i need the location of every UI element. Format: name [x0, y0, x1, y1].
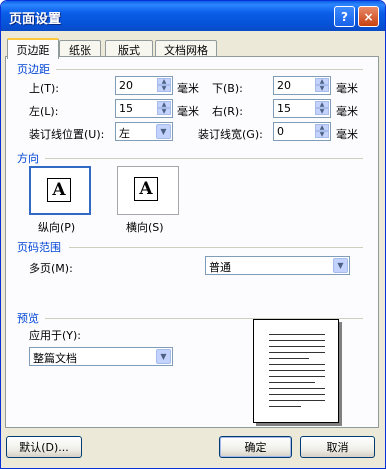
gutter-position-select[interactable]: 左 ▼ — [115, 122, 173, 141]
portrait-page-icon: A — [47, 178, 71, 202]
gutter-position-value: 左 — [119, 127, 130, 140]
spin-up-icon[interactable]: ▲ — [315, 124, 329, 131]
ok-button[interactable]: 确定 — [219, 436, 292, 458]
preview-text-line — [269, 358, 309, 359]
portrait-label[interactable]: 纵向(P) — [38, 219, 75, 235]
apply-to-select[interactable]: 整篇文档 ▼ — [29, 347, 173, 366]
top-margin-value: 20 — [119, 79, 133, 92]
section-divider — [45, 158, 363, 159]
right-margin-label: 右(R): — [212, 105, 243, 118]
gutter-position-label: 装订线位置(U): — [29, 128, 105, 141]
preview-text-line — [269, 352, 325, 353]
spin-up-icon[interactable]: ▲ — [315, 101, 329, 108]
preview-text-line — [269, 394, 325, 395]
tab-margins[interactable]: 页边距 — [7, 38, 59, 59]
gutter-width-value: 0 — [277, 125, 284, 138]
spin-up-icon[interactable]: ▲ — [157, 101, 171, 108]
title-bar[interactable]: 页面设置 ? × — [1, 1, 385, 31]
window-title: 页面设置 — [9, 12, 62, 27]
landscape-page-icon: A — [134, 177, 158, 201]
top-margin-spinner[interactable]: 20 ▲ ▼ — [115, 76, 173, 95]
preview-text-line — [269, 382, 315, 383]
cancel-button[interactable]: 取消 — [300, 436, 375, 458]
right-margin-unit: 毫米 — [336, 105, 358, 118]
spin-down-icon[interactable]: ▼ — [157, 108, 171, 115]
section-divider — [69, 247, 363, 248]
landscape-label[interactable]: 横向(S) — [126, 219, 164, 235]
left-margin-spinner[interactable]: 15 ▲ ▼ — [115, 99, 173, 118]
gutter-width-spinner[interactable]: 0 ▲ ▼ — [273, 122, 331, 141]
default-button[interactable]: 默认(D)... — [6, 436, 82, 458]
chevron-down-icon[interactable]: ▼ — [156, 124, 171, 139]
bottom-margin-spinner[interactable]: 20 ▲ ▼ — [273, 76, 331, 95]
spin-down-icon[interactable]: ▼ — [315, 85, 329, 92]
close-button[interactable]: × — [358, 6, 379, 27]
chevron-down-icon[interactable]: ▼ — [156, 349, 171, 364]
preview-text-line — [269, 346, 325, 347]
preview-text-line — [269, 388, 325, 389]
right-margin-spinner[interactable]: 15 ▲ ▼ — [273, 99, 331, 118]
spin-buttons[interactable]: ▲ ▼ — [315, 101, 329, 116]
spin-up-icon[interactable]: ▲ — [315, 78, 329, 85]
orientation-section-title: 方向 — [17, 152, 39, 165]
bottom-margin-label: 下(B): — [212, 82, 243, 95]
multiple-pages-select[interactable]: 普通 ▼ — [205, 256, 350, 275]
multiple-pages-value: 普通 — [209, 261, 231, 274]
spin-buttons[interactable]: ▲ ▼ — [157, 101, 171, 116]
section-divider — [56, 69, 363, 70]
close-icon: × — [363, 9, 374, 24]
page-preview — [253, 319, 339, 423]
margins-section-title: 页边距 — [17, 63, 50, 76]
landscape-option[interactable]: A — [117, 166, 179, 215]
spin-up-icon[interactable]: ▲ — [157, 78, 171, 85]
help-icon: ? — [341, 9, 348, 24]
preview-text-line — [269, 406, 301, 407]
pages-section-title: 页码范围 — [17, 241, 61, 254]
preview-text-line — [269, 340, 325, 341]
right-margin-value: 15 — [277, 102, 291, 115]
top-margin-label: 上(T): — [29, 82, 60, 95]
left-margin-value: 15 — [119, 102, 133, 115]
multiple-pages-label: 多页(M): — [29, 262, 73, 275]
preview-text-line — [269, 400, 325, 401]
spin-down-icon[interactable]: ▼ — [315, 131, 329, 138]
spin-down-icon[interactable]: ▼ — [157, 85, 171, 92]
gutter-width-unit: 毫米 — [336, 128, 358, 141]
spin-buttons[interactable]: ▲ ▼ — [315, 124, 329, 139]
left-margin-unit: 毫米 — [177, 105, 199, 118]
portrait-option[interactable]: A — [29, 166, 91, 215]
spin-buttons[interactable]: ▲ ▼ — [157, 78, 171, 93]
preview-text-line — [269, 364, 325, 365]
apply-to-value: 整篇文档 — [33, 352, 77, 365]
preview-text-line — [269, 376, 325, 377]
help-button[interactable]: ? — [334, 6, 355, 27]
apply-to-label: 应用于(Y): — [29, 329, 82, 342]
gutter-width-label: 装订线宽(G): — [198, 128, 263, 141]
left-margin-label: 左(L): — [29, 105, 59, 118]
preview-text-line — [269, 334, 325, 335]
bottom-margin-unit: 毫米 — [336, 82, 358, 95]
preview-section-title: 预览 — [17, 312, 39, 325]
spin-down-icon[interactable]: ▼ — [315, 108, 329, 115]
bottom-margin-value: 20 — [277, 79, 291, 92]
preview-text-line — [269, 370, 325, 371]
chevron-down-icon[interactable]: ▼ — [333, 258, 348, 273]
top-margin-unit: 毫米 — [177, 82, 199, 95]
spin-buttons[interactable]: ▲ ▼ — [315, 78, 329, 93]
